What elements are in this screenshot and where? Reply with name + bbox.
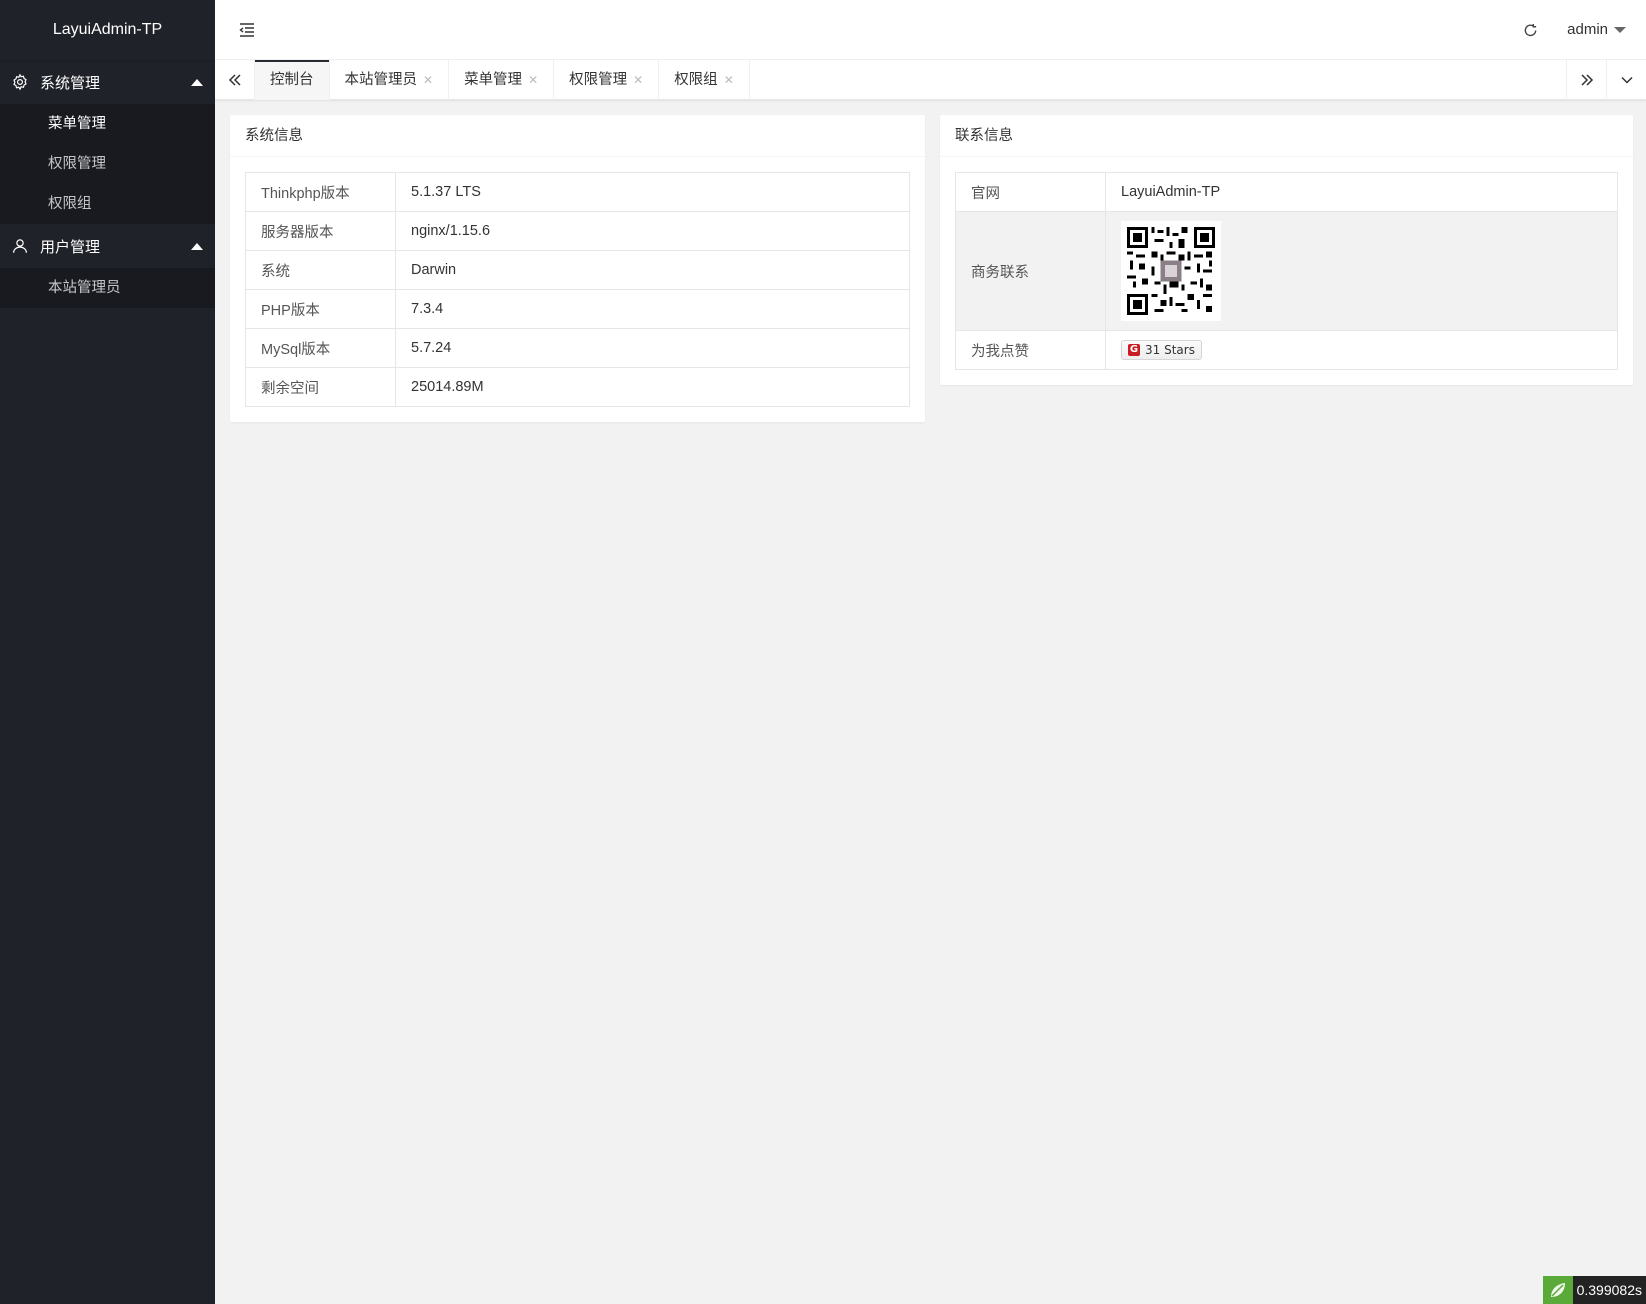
- tab-permission-manage[interactable]: 权限管理 ✕: [554, 60, 660, 100]
- table-row: PHP版本 7.3.4: [245, 289, 910, 329]
- row-key: 官网: [955, 172, 1106, 212]
- caret-down-icon: [1614, 27, 1626, 33]
- system-info-table: Thinkphp版本 5.1.37 LTS 服务器版本 nginx/1.15.6 系…: [245, 172, 910, 407]
- table-row: 服务器版本 nginx/1.15.6: [245, 211, 910, 251]
- row-key: 系统: [245, 250, 396, 290]
- row-key: 剩余空间: [245, 367, 396, 407]
- row-value: 5.1.37 LTS: [395, 172, 910, 212]
- gitee-logo-icon: G: [1128, 344, 1140, 356]
- tab-label: 本站管理员: [344, 72, 418, 88]
- page-tabs-bar: 控制台 本站管理员 ✕ 菜单管理 ✕ 权限管理 ✕ 权限组 ✕: [215, 60, 1646, 100]
- caret-up-icon: [191, 243, 203, 250]
- qr-code-image: [1121, 221, 1221, 321]
- thinkphp-leaf-icon: [1542, 1276, 1573, 1304]
- row-value: Darwin: [395, 250, 910, 290]
- sidebar-toggle-button[interactable]: [235, 18, 259, 42]
- tab-label: 菜单管理: [464, 72, 523, 88]
- sidebar-item-permission-manage[interactable]: 权限管理: [0, 144, 215, 184]
- nav-group-label: 用户管理: [40, 238, 101, 256]
- contact-info-card: 联系信息 官网 LayuiAdmin-TP 商务联系 为我点赞 G 31 Sta…: [940, 115, 1633, 385]
- trace-time: 0.399082s: [1572, 1276, 1646, 1304]
- card-title: 联系信息: [940, 115, 1633, 157]
- row-key: PHP版本: [245, 289, 396, 329]
- user-menu[interactable]: admin: [1567, 0, 1626, 60]
- table-row: 为我点赞 G 31 Stars: [955, 330, 1618, 370]
- card-title: 系统信息: [230, 115, 925, 157]
- stars-count: 31 Stars: [1145, 343, 1195, 357]
- tab-dashboard[interactable]: 控制台: [255, 60, 330, 100]
- refresh-button[interactable]: [1518, 18, 1542, 42]
- nav-group-user: 用户管理 本站管理员: [0, 224, 215, 308]
- gitee-stars-badge[interactable]: G 31 Stars: [1121, 340, 1202, 360]
- table-row: MySql版本 5.7.24: [245, 328, 910, 368]
- row-key: 为我点赞: [955, 330, 1106, 370]
- tab-site-admins[interactable]: 本站管理员 ✕: [330, 60, 450, 100]
- row-key: 商务联系: [955, 211, 1106, 331]
- row-value: 25014.89M: [395, 367, 910, 407]
- sidebar-item-site-admins[interactable]: 本站管理员: [0, 268, 215, 308]
- chevron-down-icon: [1620, 76, 1633, 84]
- tab-menu-manage[interactable]: 菜单管理 ✕: [449, 60, 555, 100]
- caret-up-icon: [191, 79, 203, 86]
- system-info-card: 系统信息 Thinkphp版本 5.1.37 LTS 服务器版本 nginx/1.1…: [230, 115, 925, 422]
- main-content: 系统信息 Thinkphp版本 5.1.37 LTS 服务器版本 nginx/1.1…: [215, 101, 1646, 1304]
- table-row: 系统 Darwin: [245, 250, 910, 290]
- nav-group-user-toggle[interactable]: 用户管理: [0, 224, 215, 268]
- tabs-scroll-left-button[interactable]: [215, 60, 255, 100]
- row-key: Thinkphp版本: [245, 172, 396, 212]
- refresh-icon: [1524, 23, 1536, 36]
- close-icon[interactable]: ✕: [528, 60, 538, 100]
- row-value: G 31 Stars: [1105, 330, 1618, 370]
- tab-label: 权限管理: [569, 72, 628, 88]
- tabs-scroll-right-button[interactable]: [1566, 60, 1606, 100]
- double-chevron-right-icon: [1580, 74, 1593, 86]
- nav-children: 菜单管理 权限管理 权限组: [0, 104, 215, 224]
- close-icon[interactable]: ✕: [724, 60, 734, 100]
- app-logo[interactable]: LayuiAdmin-TP: [0, 0, 215, 60]
- table-row: 官网 LayuiAdmin-TP: [955, 172, 1618, 212]
- gear-icon: [10, 72, 30, 92]
- close-icon[interactable]: ✕: [633, 60, 643, 100]
- user-icon: [10, 236, 30, 256]
- close-icon[interactable]: ✕: [423, 60, 433, 100]
- top-header: admin: [215, 0, 1646, 60]
- table-row: 商务联系: [955, 211, 1618, 331]
- row-value: nginx/1.15.6: [395, 211, 910, 251]
- row-key: 服务器版本: [245, 211, 396, 251]
- row-value: 5.7.24: [395, 328, 910, 368]
- contact-info-table: 官网 LayuiAdmin-TP 商务联系 为我点赞 G 31 Stars: [955, 172, 1618, 370]
- username: admin: [1567, 21, 1608, 38]
- nav-group-system: 系统管理 菜单管理 权限管理 权限组: [0, 60, 215, 224]
- nav-group-label: 系统管理: [40, 74, 101, 92]
- tabs-menu-button[interactable]: [1606, 60, 1646, 100]
- sidebar-item-menu-manage[interactable]: 菜单管理: [0, 104, 215, 144]
- table-row: Thinkphp版本 5.1.37 LTS: [245, 172, 910, 212]
- tab-label: 控制台: [270, 72, 314, 88]
- nav-children: 本站管理员: [0, 268, 215, 308]
- debug-trace-timer[interactable]: 0.399082s: [1542, 1276, 1646, 1304]
- website-link[interactable]: LayuiAdmin-TP: [1105, 172, 1618, 212]
- row-key: MySql版本: [245, 328, 396, 368]
- tab-permission-group[interactable]: 权限组 ✕: [659, 60, 750, 100]
- nav-group-system-toggle[interactable]: 系统管理: [0, 60, 215, 104]
- tabs: 控制台 本站管理员 ✕ 菜单管理 ✕ 权限管理 ✕ 权限组 ✕: [255, 60, 750, 100]
- tab-label: 权限组: [674, 72, 718, 88]
- sidebar-item-permission-group[interactable]: 权限组: [0, 184, 215, 224]
- indent-icon: [239, 23, 254, 37]
- row-value: 7.3.4: [395, 289, 910, 329]
- double-chevron-left-icon: [228, 74, 241, 86]
- row-value: [1105, 211, 1618, 331]
- table-row: 剩余空间 25014.89M: [245, 367, 910, 407]
- sidebar: LayuiAdmin-TP 系统管理 菜单管理 权限管理 权限组 用户管理 本站…: [0, 0, 215, 1304]
